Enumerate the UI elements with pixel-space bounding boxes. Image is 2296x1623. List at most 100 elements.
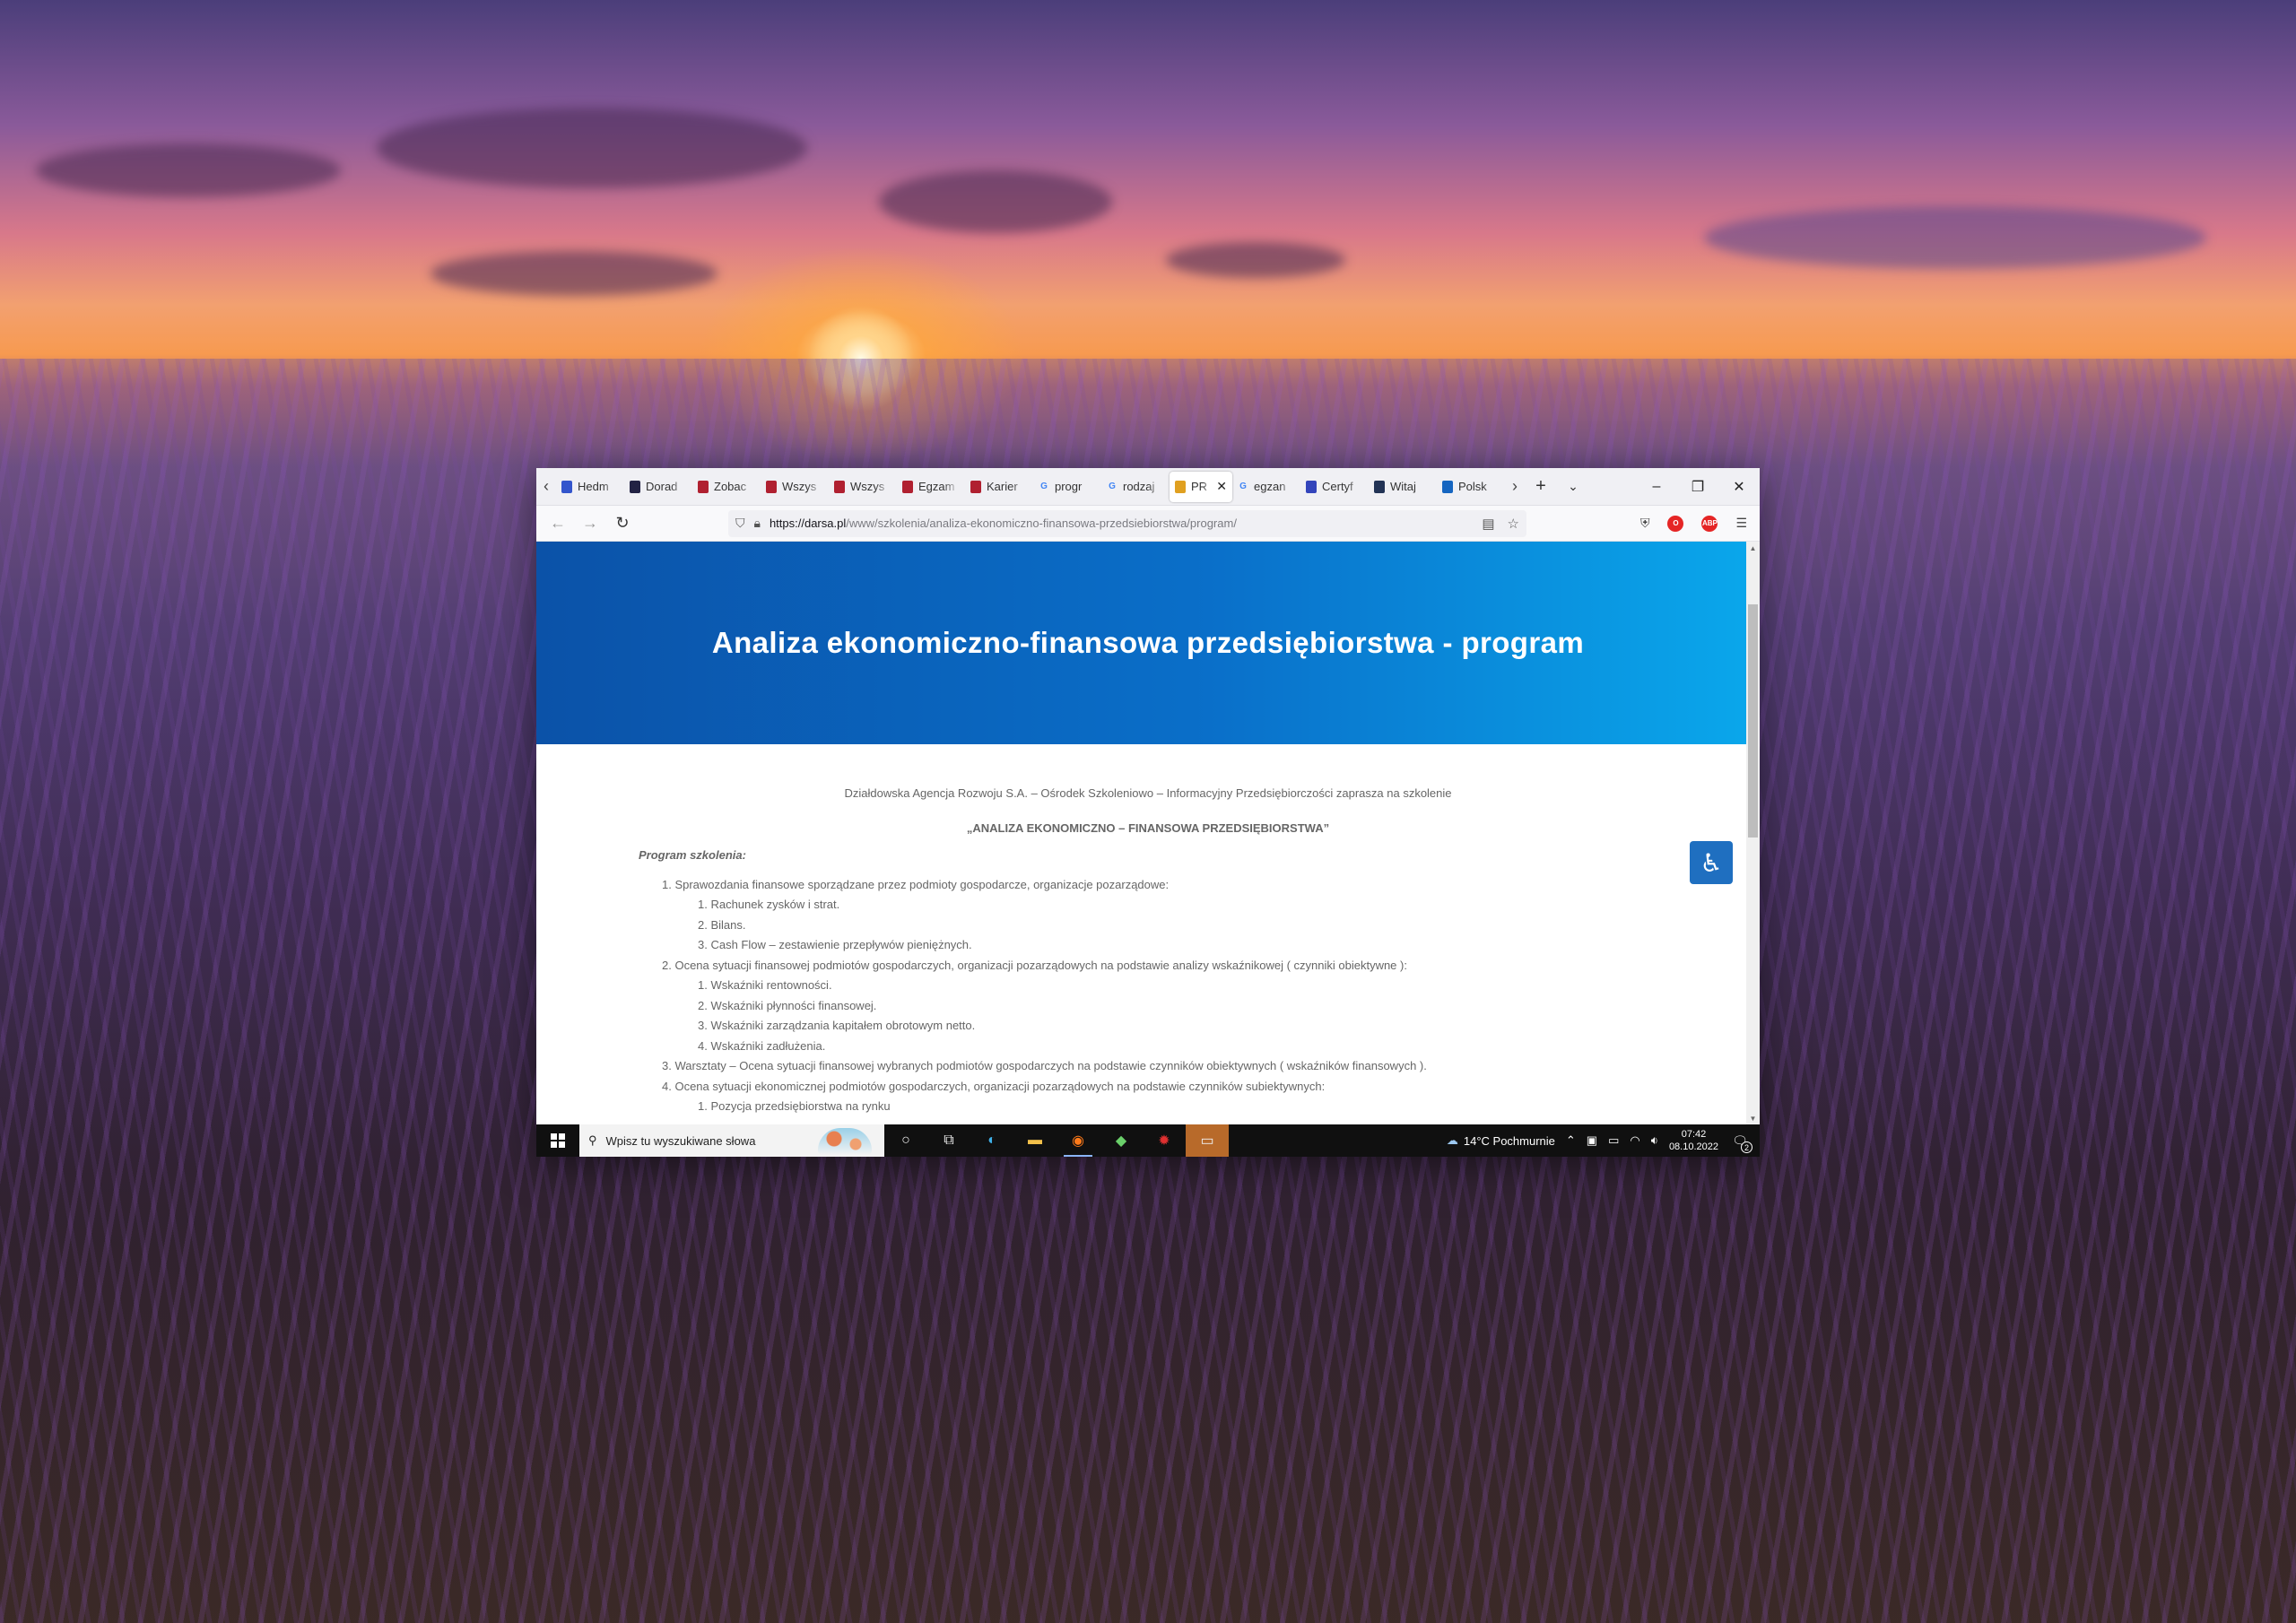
battery-icon[interactable]: ▭ (1608, 1133, 1619, 1148)
browser-tab[interactable]: Dorad (624, 472, 692, 502)
forward-button[interactable]: → (574, 509, 606, 538)
clock[interactable]: 07:42 08.10.2022 (1669, 1128, 1718, 1153)
app-diamond-icon[interactable]: ◆ (1100, 1124, 1143, 1157)
course-title: „ANALIZA EKONOMICZNO – FINANSOWA PRZEDSI… (966, 820, 1330, 835)
url-text[interactable]: https://darsa.pl/www/szkolenia/analiza-e… (770, 516, 1237, 530)
tab-favicon-icon (1374, 480, 1385, 493)
browser-tab[interactable]: Egzam (897, 472, 965, 502)
scrollbar-thumb[interactable] (1748, 604, 1758, 838)
close-window-button[interactable]: ✕ (1718, 468, 1760, 506)
page-title: Analiza ekonomiczno-finansowa przedsiębi… (711, 626, 1585, 659)
tab-label: Hedm (578, 480, 609, 493)
browser-tab[interactable]: Certyf (1300, 472, 1369, 502)
program-subitem: 3. Wskaźniki zarządzania kapitałem obrot… (698, 1019, 976, 1032)
browser-tab[interactable]: Gprogr (1033, 472, 1101, 502)
page-scrollbar[interactable]: ▲ ▼ (1746, 542, 1760, 1124)
tracking-protection-shield-icon[interactable]: ⛉ (735, 516, 745, 531)
cloud (430, 251, 718, 296)
app-photo-icon[interactable]: ▭ (1186, 1124, 1229, 1157)
browser-tab[interactable]: Hedm (556, 472, 624, 502)
scroll-down-arrow-icon[interactable]: ▼ (1746, 1112, 1760, 1124)
browser-tab[interactable]: Witaj (1369, 472, 1437, 502)
start-button[interactable] (536, 1124, 579, 1157)
clock-time: 07:42 (1681, 1129, 1707, 1140)
scroll-up-arrow-icon[interactable]: ▲ (1746, 542, 1760, 554)
reload-button[interactable]: ↻ (606, 509, 639, 538)
tab-label: progr (1055, 480, 1083, 493)
search-highlight-illustration (818, 1128, 872, 1155)
program-subitem: 1. Pozycja przedsiębiorstwa na rynku (698, 1099, 891, 1113)
wifi-icon[interactable]: ◠ (1630, 1133, 1639, 1148)
program-subitem: 3. Cash Flow – zestawienie przepływów pi… (698, 938, 972, 951)
firefox-icon[interactable]: ◉ (1057, 1124, 1100, 1157)
windows-logo-icon (551, 1133, 565, 1148)
program-item: 1. Sprawozdania finansowe sporządzane pr… (662, 877, 1170, 891)
address-bar[interactable]: ⛉ 🔒︎ https://darsa.pl/www/szkolenia/anal… (728, 509, 1526, 537)
url-host: https://darsa.pl (769, 516, 847, 530)
weather-text: 14°C Pochmurnie (1463, 1133, 1555, 1148)
toolbar-extensions: ⛨ O ABP ☰ (1640, 515, 1754, 532)
browser-tab[interactable]: Grodzaj (1101, 472, 1170, 502)
accessibility-button[interactable]: ♿︎ (1690, 841, 1733, 884)
tabs-scroll-right-button[interactable]: › (1505, 468, 1525, 506)
search-icon: ⚲ (588, 1133, 597, 1147)
browser-tab[interactable]: Karier (965, 472, 1033, 502)
cortana-icon[interactable]: ○ (884, 1124, 927, 1157)
back-button[interactable]: ← (542, 509, 574, 538)
cloud (377, 108, 807, 188)
tab-label: Dorad (646, 480, 678, 493)
chevron-up-icon[interactable]: ⌃ (1566, 1133, 1576, 1148)
tab-favicon-icon (970, 480, 981, 493)
weather-widget[interactable]: ☁ 14°C Pochmurnie (1447, 1133, 1555, 1148)
page-content: Analiza ekonomiczno-finansowa przedsiębi… (536, 542, 1760, 1124)
list-all-tabs-button[interactable]: ⌄ (1557, 468, 1589, 506)
program-item: 3. Warsztaty – Ocena sytuacji finansowej… (662, 1059, 1427, 1072)
tab-favicon-icon (1175, 480, 1186, 493)
task-view-icon[interactable]: ⧉ (927, 1124, 970, 1157)
browser-tab[interactable]: Gegzan (1232, 472, 1300, 502)
address-bar-actions: ▤ ☆ (1482, 516, 1519, 532)
browser-tab[interactable]: Polsk (1437, 472, 1505, 502)
tab-label: Zobac (714, 480, 747, 493)
notification-count: 2 (1741, 1141, 1752, 1153)
tab-favicon-icon (1442, 480, 1453, 493)
tabs-scroll-left-button[interactable]: ‹ (536, 468, 556, 506)
file-explorer-icon[interactable]: ▬ (1013, 1124, 1057, 1157)
tab-close-icon[interactable]: ✕ (1216, 479, 1227, 494)
navigation-toolbar: ← → ↻ ⛉ 🔒︎ https://darsa.pl/www/szkoleni… (536, 506, 1760, 542)
menu-hamburger-icon[interactable]: ☰ (1735, 516, 1747, 531)
bookmark-star-icon[interactable]: ☆ (1508, 516, 1519, 532)
cloud-icon: ☁ (1446, 1133, 1458, 1147)
browser-tab[interactable]: Wszys (761, 472, 829, 502)
pocket-icon[interactable]: ⛨ (1640, 516, 1650, 531)
program-list: 1. Sprawozdania finansowe sporządzane pr… (536, 875, 1760, 1117)
tab-label: Wszys (782, 480, 817, 493)
meet-now-icon[interactable]: ▣ (1587, 1133, 1597, 1148)
reader-view-icon[interactable]: ▤ (1482, 516, 1494, 532)
article-body: Działdowska Agencja Rozwoju S.A. – Ośrod… (536, 744, 1760, 1117)
opera-extension-icon[interactable]: O (1667, 515, 1684, 532)
app-red-icon[interactable]: ✹ (1143, 1124, 1186, 1157)
browser-tab[interactable]: Zobac (692, 472, 761, 502)
volume-icon[interactable]: 🔉︎ (1651, 1133, 1658, 1148)
program-item: 4. Ocena sytuacji ekonomicznej podmiotów… (662, 1079, 1326, 1093)
url-path: /www/szkolenia/analiza-ekonomiczno-finan… (846, 516, 1237, 530)
browser-tab[interactable]: PR ✕ (1170, 471, 1232, 502)
program-label: Program szkolenia: (639, 848, 746, 862)
minimize-button[interactable]: – (1636, 468, 1677, 506)
program-subitem: 2. Bilans. (698, 917, 746, 932)
edge-browser-icon[interactable]: ◐ (970, 1124, 1013, 1157)
tab-label: Witaj (1390, 480, 1416, 493)
taskbar-search-box[interactable]: ⚲ Wpisz tu wyszukiwane słowa (579, 1124, 884, 1157)
tab-label: Certyf (1322, 480, 1353, 493)
window-controls: – ❐ ✕ (1636, 468, 1760, 506)
tab-label: Polsk (1458, 480, 1487, 493)
notification-center-icon[interactable]: 🗨︎ 2 (1729, 1130, 1752, 1153)
adblock-icon[interactable]: ABP (1701, 515, 1718, 532)
new-tab-button[interactable]: + (1525, 468, 1557, 506)
browser-window: ‹ Hedm Dorad Zobac Wszys Wszys Egzam Karier Gpr… (536, 468, 1760, 1157)
browser-tab[interactable]: Wszys (829, 472, 897, 502)
restore-button[interactable]: ❐ (1677, 468, 1718, 506)
lock-icon[interactable]: 🔒︎ (754, 516, 761, 531)
cloud (1166, 242, 1345, 278)
